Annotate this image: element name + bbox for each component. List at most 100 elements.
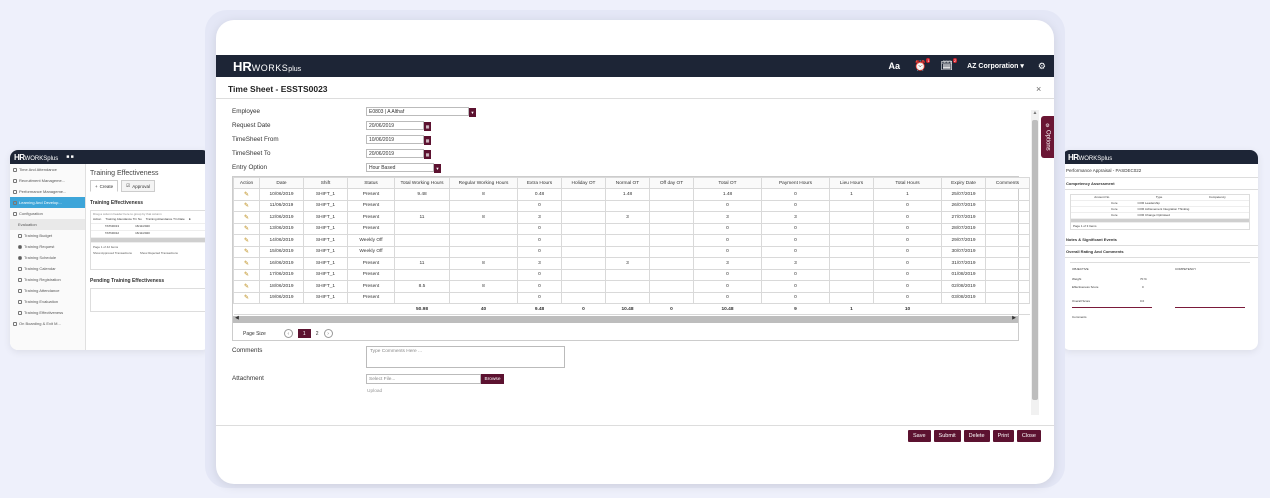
sidebar-item[interactable]: Recruitment Manageme... bbox=[10, 175, 85, 186]
timesheet-from-field[interactable]: 10/06/2019 ▦ bbox=[366, 135, 431, 145]
save-button[interactable]: Save bbox=[908, 430, 931, 442]
column-header[interactable]: Status bbox=[347, 177, 395, 189]
column-header[interactable]: Action bbox=[233, 177, 260, 189]
table-row[interactable]: ✎ 10/06/2019 SHIFT_1 Present 9.48 8 0.48 1.48 1.… bbox=[233, 188, 1030, 201]
edit-pencil-icon[interactable]: ✎ bbox=[233, 257, 260, 270]
column-header[interactable]: Date bbox=[259, 177, 304, 189]
edit-pencil-icon[interactable]: ✎ bbox=[233, 211, 260, 224]
table-row[interactable]: ✎ 18/06/2019 SHIFT_1 Present 8.5 8 0 0 0 0 02/08/2… bbox=[233, 280, 1030, 293]
table-row[interactable]: ✎ 11/06/2019 SHIFT_1 Present 0 0 0 0 26/07/2019 bbox=[233, 199, 1030, 212]
next-page-button[interactable]: › bbox=[323, 329, 333, 338]
chevron-down-icon[interactable]: ▼ bbox=[434, 164, 441, 173]
sidebar-item[interactable]: On Boarding & Exit M... bbox=[10, 318, 85, 329]
settings-icon[interactable]: ⚙ bbox=[1038, 61, 1046, 72]
total-cell: 9 bbox=[761, 303, 830, 315]
table-cell bbox=[605, 268, 650, 281]
column-header[interactable]: Extra Hours bbox=[517, 177, 562, 189]
sidebar-subitem[interactable]: Training Calendar bbox=[10, 263, 85, 274]
calendar-icon[interactable]: ▦ bbox=[424, 136, 431, 145]
submit-button[interactable]: Submit bbox=[933, 430, 961, 442]
entry-option-select[interactable]: Hour Based ▼ bbox=[366, 163, 441, 173]
comments-textarea[interactable]: Type Comments Here ... bbox=[366, 346, 565, 368]
edit-pencil-icon[interactable]: ✎ bbox=[233, 280, 260, 293]
print-button[interactable]: Print bbox=[992, 430, 1014, 442]
sidebar-item[interactable]: Performance Manageme... bbox=[10, 186, 85, 197]
edit-pencil-icon[interactable]: ✎ bbox=[233, 268, 260, 281]
options-tab[interactable]: ⚙ Options bbox=[1041, 116, 1054, 158]
table-row[interactable]: ✎ 14/06/2019 SHIFT_1 Weekly Off 0 0 0 0 29/07/20… bbox=[233, 234, 1030, 247]
sidebar-item[interactable]: Configuration bbox=[10, 208, 85, 219]
scroll-right-icon[interactable]: ▶ bbox=[1012, 315, 1016, 321]
table-cell: 14/06/2019 bbox=[259, 234, 304, 247]
horizontal-scrollbar[interactable]: ◀ ▶ bbox=[233, 315, 1018, 323]
table-cell: 8 bbox=[449, 188, 518, 201]
table-row[interactable]: TATN0013 16/11/2020 bbox=[91, 224, 209, 231]
column-header[interactable]: Lieu Hours bbox=[829, 177, 874, 189]
section-title: Pending Training Effectiveness bbox=[90, 278, 165, 284]
column-header[interactable]: Regular Working Hours bbox=[449, 177, 518, 189]
column-header[interactable]: Normal OT bbox=[605, 177, 650, 189]
edit-pencil-icon[interactable]: ✎ bbox=[233, 245, 260, 258]
table-row[interactable]: ✎ 12/06/2019 SHIFT_1 Present 11 8 3 3 3 3 0 27/07/2… bbox=[233, 211, 1030, 224]
employee-select[interactable]: E0803 | A Althaf ▼ bbox=[366, 107, 476, 117]
table-row[interactable]: ✎ 15/06/2019 SHIFT_1 Weekly Off 0 0 0 0 30/07/20… bbox=[233, 245, 1030, 258]
sidebar-subitem[interactable]: Training Registration bbox=[10, 274, 85, 285]
table-cell: 0 bbox=[517, 222, 562, 235]
browse-button[interactable]: Browse bbox=[481, 374, 504, 384]
calendar-icon[interactable]: ▦ bbox=[424, 150, 431, 159]
font-size-button[interactable]: Aa bbox=[888, 61, 900, 71]
calendar-icon[interactable]: ▦ bbox=[424, 122, 431, 131]
sidebar-subitem[interactable]: Training Schedule bbox=[10, 252, 85, 263]
table-row[interactable]: TATN0012 16/11/2020 bbox=[91, 231, 209, 238]
delete-button[interactable]: Delete bbox=[963, 430, 990, 442]
sidebar-subitem[interactable]: Training Effectiveness bbox=[10, 307, 85, 318]
request-date-field[interactable]: 20/06/2019 ▦ bbox=[366, 121, 431, 131]
column-header[interactable]: Total OT bbox=[693, 177, 762, 189]
edit-pencil-icon[interactable]: ✎ bbox=[233, 234, 260, 247]
column-header[interactable]: Shift bbox=[303, 177, 348, 189]
page-button-active[interactable]: 1 bbox=[297, 329, 311, 338]
tab-create[interactable]: + Create bbox=[90, 180, 119, 192]
sidebar-item[interactable]: Time And Attendance bbox=[10, 164, 85, 175]
table-cell bbox=[829, 280, 874, 293]
file-input[interactable]: Select File... bbox=[366, 374, 481, 384]
timesheet-to-field[interactable]: 20/06/2019 ▦ bbox=[366, 149, 431, 159]
scroll-thumb[interactable] bbox=[1032, 120, 1038, 400]
tasks-button[interactable]: 🗓 2 bbox=[940, 57, 958, 72]
page-button[interactable]: 2 bbox=[316, 331, 319, 337]
company-selector[interactable]: AZ Corporation ▾ bbox=[967, 62, 1024, 70]
edit-pencil-icon[interactable]: ✎ bbox=[233, 291, 260, 304]
edit-pencil-icon[interactable]: ✎ bbox=[233, 222, 260, 235]
app-logo[interactable]: HR WORKS plus bbox=[233, 59, 301, 74]
table-row[interactable]: ✎ 17/06/2019 SHIFT_1 Present 0 0 0 0 01/08/2019 bbox=[233, 268, 1030, 281]
column-header[interactable]: Expiry Date bbox=[941, 177, 986, 189]
table-row[interactable]: ✎ 13/06/2019 SHIFT_1 Present 0 0 0 0 28/07/2019 bbox=[233, 222, 1030, 235]
upload-link[interactable]: Upload bbox=[367, 389, 382, 394]
sidebar-subitem[interactable]: Training Request bbox=[10, 241, 85, 252]
close-button[interactable]: Close bbox=[1016, 430, 1041, 442]
prev-page-button[interactable]: ‹ bbox=[283, 329, 293, 338]
edit-pencil-icon[interactable]: ✎ bbox=[233, 188, 260, 201]
sidebar-subitem[interactable]: Training Evaluation bbox=[10, 296, 85, 307]
edit-pencil-icon[interactable]: ✎ bbox=[233, 199, 260, 212]
column-header[interactable]: Payment Hours bbox=[761, 177, 830, 189]
scroll-left-icon[interactable]: ◀ bbox=[235, 315, 239, 321]
column-header[interactable]: Total Hours bbox=[873, 177, 942, 189]
sidebar-item-active[interactable]: Learning And Develop... bbox=[10, 197, 85, 208]
close-icon[interactable]: × bbox=[1036, 84, 1041, 94]
column-header[interactable]: Total Working Hours bbox=[394, 177, 450, 189]
sidebar-subitem[interactable]: Training Attendance bbox=[10, 285, 85, 296]
table-row[interactable]: ✎ 19/06/2019 SHIFT_1 Present 0 0 0 0 03/08/2019 bbox=[233, 291, 1030, 304]
sidebar-subitem[interactable]: Training Budget bbox=[10, 230, 85, 241]
tab-approval[interactable]: ☑ Approval bbox=[121, 180, 155, 192]
chevron-down-icon[interactable]: ▼ bbox=[469, 108, 476, 117]
scroll-up-icon[interactable]: ▲ bbox=[1031, 110, 1039, 118]
filter-options[interactable]: Show Approved Transactions Show Rejected … bbox=[91, 251, 209, 255]
vertical-scrollbar[interactable]: ▲ bbox=[1031, 110, 1039, 415]
column-header[interactable]: Off day OT bbox=[649, 177, 694, 189]
notification-button[interactable]: ⏰ 1 bbox=[914, 57, 931, 72]
column-header[interactable]: Holiday OT bbox=[561, 177, 606, 189]
sidebar-subitem[interactable]: Evaluation bbox=[10, 219, 85, 230]
table-row[interactable]: ✎ 16/06/2019 SHIFT_1 Present 11 8 3 3 3 3 0 31/07/2… bbox=[233, 257, 1030, 270]
column-header[interactable]: Comments bbox=[985, 177, 1030, 189]
